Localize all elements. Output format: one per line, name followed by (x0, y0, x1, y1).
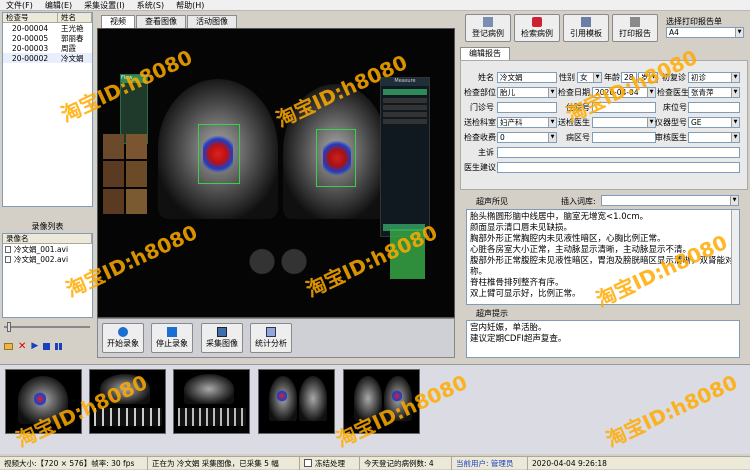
video-size-status: 视频大小:【720 × 576】帧率: 30 fps (0, 456, 148, 470)
complaint-field[interactable] (497, 147, 740, 158)
playback-controls: ✕ ▶ (4, 341, 63, 351)
insert-lexicon-select[interactable]: ▼ (601, 195, 739, 206)
patient-list-header: 检查号 姓名 (3, 12, 92, 23)
impression-title: 超声提示 (476, 309, 508, 318)
device-select[interactable]: GE ▼ (688, 117, 740, 128)
sex-select[interactable]: 女 ▼ (577, 72, 602, 83)
visit-select[interactable]: 初诊 ▼ (688, 72, 740, 83)
capture-icon (217, 327, 227, 337)
fee-select[interactable]: 0 ▼ (497, 132, 557, 143)
record-icon (118, 327, 128, 337)
doppler-box-left (198, 124, 240, 184)
recording-item[interactable]: 冷文娟_002.avi (3, 254, 92, 264)
thumbnail-grid (103, 134, 147, 214)
patient-row[interactable]: 20-00003 周霞 (3, 43, 92, 53)
stop-icon[interactable] (43, 342, 51, 350)
template-button[interactable]: 引用模板 (563, 14, 609, 42)
menu-system[interactable]: 系统(S) (131, 0, 170, 11)
trackball-controls (238, 244, 318, 279)
delete-icon[interactable]: ✕ (18, 341, 26, 351)
open-folder-icon[interactable] (4, 342, 13, 350)
patient-row[interactable]: 20-00004 王光艳 (3, 23, 92, 33)
menu-edit[interactable]: 编辑(E) (39, 0, 78, 11)
checkbox-icon[interactable] (304, 459, 312, 467)
findings-scrollbar[interactable] (731, 210, 739, 304)
register-case-button[interactable]: 登记病例 (465, 14, 511, 42)
outpatient-number-field[interactable] (497, 102, 557, 113)
chevron-down-icon: ▼ (730, 196, 738, 205)
playback-slider[interactable] (4, 326, 90, 328)
menu-file[interactable]: 文件(F) (0, 0, 39, 11)
insert-lexicon-label: 插入词库: (561, 197, 596, 206)
send-doctor-select[interactable]: ▼ (592, 117, 656, 128)
statistics-button[interactable]: 统计分析 (250, 323, 292, 353)
impression-text[interactable]: 宫内妊娠，单活胎。 建议定期CDFI超声复查。 (466, 320, 740, 358)
start-recording-button[interactable]: 开始录象 (102, 323, 144, 353)
captured-image-5[interactable] (343, 369, 420, 434)
pause-icon[interactable] (55, 342, 63, 350)
playback-slider-thumb[interactable] (7, 322, 11, 332)
exam-doctor-select[interactable]: 张青萍 ▼ (688, 87, 740, 98)
datetime-status: 2020-04-04 9:26:18 (532, 458, 607, 468)
capture-status: 正在为 冷文娟 采集图像，已采集 5 幅 (148, 456, 300, 470)
exam-part-select[interactable]: 胎儿 ▼ (497, 87, 557, 98)
print-template-label: 选择打印报告单 (666, 17, 722, 26)
chart-icon (266, 327, 276, 337)
today-cases-status: 今天登记的病例数: 4 (360, 456, 452, 470)
recording-list-title: 录像列表 (31, 222, 64, 231)
chevron-down-icon: ▼ (735, 28, 743, 37)
age-unit-select[interactable]: 岁 ▼ (638, 72, 658, 83)
menu-capture-settings[interactable]: 采集设置(I) (78, 0, 131, 11)
reviewer-select[interactable]: ▼ (688, 132, 740, 143)
advice-field[interactable] (497, 162, 740, 173)
status-bar: 视频大小:【720 × 576】帧率: 30 fps 正在为 冷文娟 采集图像，… (0, 456, 750, 470)
captured-image-2[interactable] (89, 369, 166, 434)
stop-record-icon (167, 327, 177, 337)
col-recording-name: 录像名 (3, 233, 92, 244)
findings-text[interactable]: 胎头椭圆形脑中线居中，脑室无增宽<1.0cm。 颜面显示清口唇未见缺损。 胸部外… (466, 209, 740, 305)
col-name[interactable]: 姓名 (58, 12, 92, 23)
bed-number-field[interactable] (688, 102, 740, 113)
tab-live-images[interactable]: 活动图像 (187, 15, 237, 28)
exam-date-field[interactable]: 2020-04-04 ▼ (592, 87, 656, 98)
video-tabs: 视频 查看图像 活动图像 (101, 15, 238, 28)
freeze-toggle[interactable]: 冻结处理 (300, 456, 360, 470)
recording-item[interactable]: 冷文娟_001.avi (3, 244, 92, 254)
tab-view-images[interactable]: 查看图像 (136, 15, 186, 28)
dept-select[interactable]: 妇产科 ▼ (497, 117, 557, 128)
captured-image-4[interactable] (258, 369, 335, 434)
scale-bar (390, 229, 425, 279)
search-case-button[interactable]: 检索病例 (514, 14, 560, 42)
findings-title: 超声所见 (476, 197, 508, 206)
template-icon (581, 17, 591, 27)
register-icon (483, 17, 493, 27)
print-icon (630, 17, 640, 27)
search-icon (532, 17, 542, 27)
age-field[interactable]: 28 (621, 72, 637, 83)
patient-list[interactable]: 检查号 姓名 20-00004 王光艳 20-00005 郭丽春 20-00003 周… (2, 12, 93, 207)
ward-number-field[interactable] (592, 132, 656, 143)
doppler-box-right (316, 129, 356, 187)
patient-row[interactable]: 20-00005 郭丽春 (3, 33, 92, 43)
menu-bar: 文件(F) 编辑(E) 采集设置(I) 系统(S) 帮助(H) (0, 0, 750, 11)
print-report-button[interactable]: 打印报告 (612, 14, 658, 42)
tab-video[interactable]: 视频 (101, 15, 135, 28)
menu-help[interactable]: 帮助(H) (170, 0, 210, 11)
capture-image-button[interactable]: 采集图像 (201, 323, 243, 353)
recording-list[interactable]: 录像名 冷文娟_001.avi 冷文娟_002.avi (2, 233, 93, 318)
measure-panel: Measure (380, 77, 430, 237)
inpatient-number-field[interactable] (592, 102, 656, 113)
col-exam-number[interactable]: 检查号 (3, 12, 58, 23)
ultrasound-video[interactable]: Flow Measure (97, 28, 455, 318)
captured-image-1[interactable] (5, 369, 82, 434)
current-user-status: 当前用户: 管理员 (452, 456, 528, 470)
name-field[interactable]: 冷文娟 (497, 72, 557, 83)
print-template-select[interactable]: A4 ▼ (666, 27, 744, 38)
tab-edit-report[interactable]: 编辑报告 (460, 47, 510, 60)
stop-recording-button[interactable]: 停止录象 (151, 323, 193, 353)
play-icon[interactable]: ▶ (31, 341, 38, 351)
patient-row-selected[interactable]: 20-00002 冷文娟 (3, 53, 92, 63)
captured-image-3[interactable] (173, 369, 250, 434)
